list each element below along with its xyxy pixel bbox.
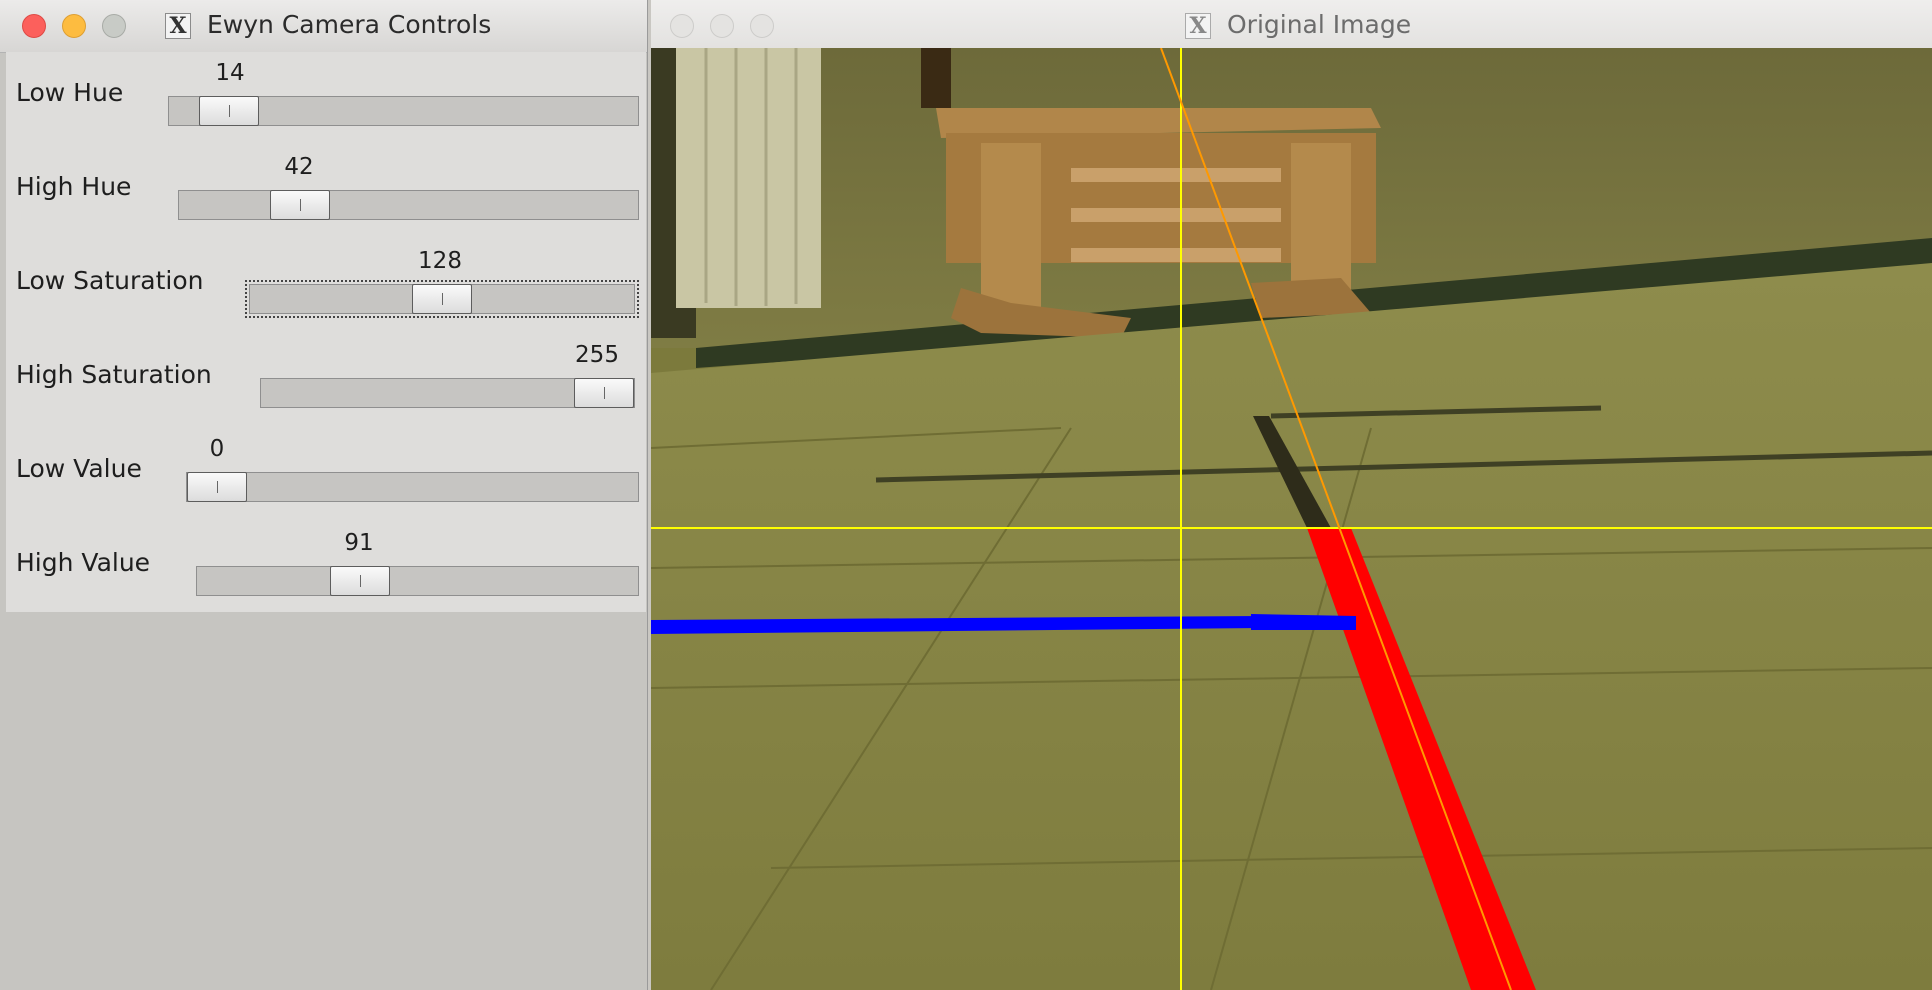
slider-label: High Hue xyxy=(16,172,132,201)
slider-label: Low Value xyxy=(16,454,142,483)
low-value-slider[interactable] xyxy=(186,472,639,502)
window-title: Original Image xyxy=(1227,10,1412,39)
slider-thumb[interactable] xyxy=(412,284,472,314)
slider-value: 91 xyxy=(344,530,374,556)
x11-app-icon: X xyxy=(1185,13,1211,39)
slider-value: 128 xyxy=(418,248,462,274)
blue-horizontal-marker-right xyxy=(1251,614,1356,630)
slider-label: Low Saturation xyxy=(16,266,204,295)
high-value-slider[interactable] xyxy=(196,566,639,596)
camera-feed-image xyxy=(651,48,1932,990)
slider-thumb[interactable] xyxy=(574,378,634,408)
high-hue-slider[interactable] xyxy=(178,190,639,220)
low-saturation-slider[interactable] xyxy=(245,280,639,318)
slider-label: High Value xyxy=(16,548,151,577)
controls-panel: Low Hue 14 High Hue 42 Low Saturation 12… xyxy=(6,52,646,612)
slider-row-high-saturation: High Saturation 255 xyxy=(6,334,646,428)
close-window-button[interactable] xyxy=(670,14,694,38)
slider-thumb[interactable] xyxy=(270,190,330,220)
slider-row-high-value: High Value 91 xyxy=(6,522,646,616)
slider-row-low-value: Low Value 0 xyxy=(6,428,646,522)
slider-value: 42 xyxy=(284,154,314,180)
camera-controls-window: X Ewyn Camera Controls Low Hue 14 High H… xyxy=(0,0,648,990)
slider-row-low-hue: Low Hue 14 xyxy=(6,52,646,146)
slider-thumb[interactable] xyxy=(330,566,390,596)
close-window-button[interactable] xyxy=(22,14,46,38)
slider-value: 255 xyxy=(575,342,619,368)
slider-row-low-saturation: Low Saturation 128 xyxy=(6,240,646,334)
image-title-bar[interactable]: X Original Image xyxy=(651,0,1932,53)
minimize-window-button[interactable] xyxy=(710,14,734,38)
window-title: Ewyn Camera Controls xyxy=(207,10,492,39)
slider-thumb[interactable] xyxy=(187,472,247,502)
curtain xyxy=(676,48,821,308)
zoom-window-button[interactable] xyxy=(102,14,126,38)
slider-label: High Saturation xyxy=(16,360,212,389)
slider-value: 14 xyxy=(215,60,245,86)
x11-app-icon: X xyxy=(165,13,191,39)
minimize-window-button[interactable] xyxy=(62,14,86,38)
original-image-window: X Original Image xyxy=(651,0,1932,990)
zoom-window-button[interactable] xyxy=(750,14,774,38)
slider-thumb[interactable] xyxy=(199,96,259,126)
high-saturation-slider[interactable] xyxy=(260,378,635,408)
slider-row-high-hue: High Hue 42 xyxy=(6,146,646,240)
slider-label: Low Hue xyxy=(16,78,124,107)
slider-value: 0 xyxy=(209,436,225,462)
controls-title-bar[interactable]: X Ewyn Camera Controls xyxy=(0,0,647,53)
low-hue-slider[interactable] xyxy=(168,96,639,126)
